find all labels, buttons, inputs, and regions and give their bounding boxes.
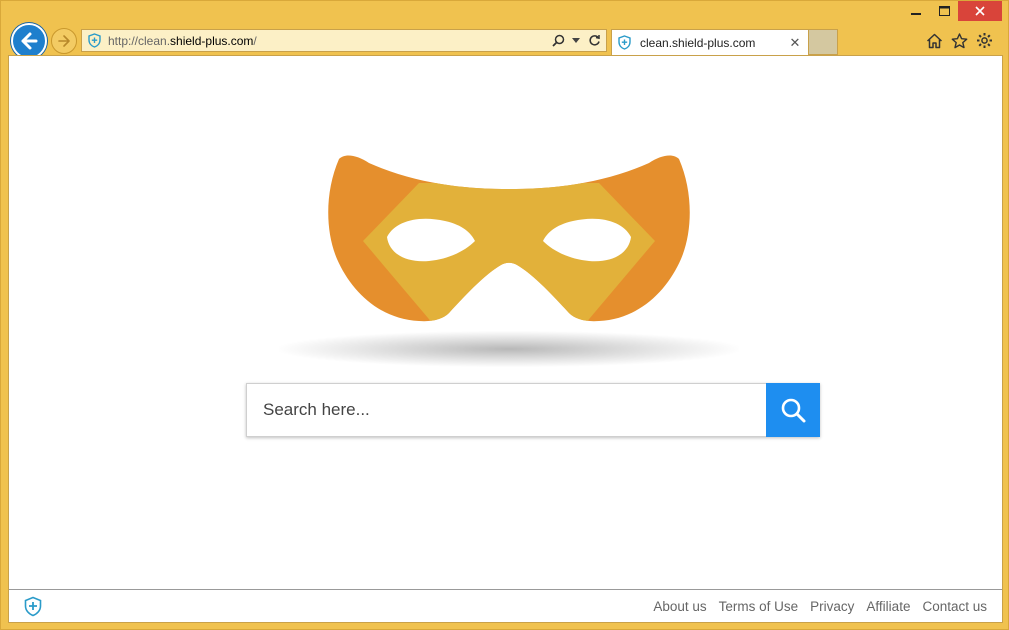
footer-link-terms[interactable]: Terms of Use xyxy=(719,599,799,614)
footer-links: About us Terms of Use Privacy Affiliate … xyxy=(653,599,987,614)
url-text[interactable]: http://clean.shield-plus.com/ xyxy=(108,34,551,48)
url-host: shield-plus.com xyxy=(170,33,254,48)
logo-shadow xyxy=(279,331,739,367)
chevron-down-icon[interactable] xyxy=(569,33,583,49)
mask-logo xyxy=(279,151,739,381)
back-button[interactable] xyxy=(11,23,47,59)
footer-link-contact[interactable]: Contact us xyxy=(922,599,987,614)
shield-icon xyxy=(618,35,634,51)
tab-title: clean.shield-plus.com xyxy=(640,35,756,50)
close-window-button[interactable] xyxy=(958,1,1002,21)
shield-icon xyxy=(86,33,102,49)
refresh-icon[interactable] xyxy=(587,33,601,49)
browser-tab[interactable]: clean.shield-plus.com ✕ xyxy=(611,29,809,55)
browser-window: http://clean.shield-plus.com/ clean.shie… xyxy=(0,0,1009,630)
new-tab-button[interactable] xyxy=(809,29,838,55)
mask-icon xyxy=(328,155,690,322)
address-bar[interactable]: http://clean.shield-plus.com/ xyxy=(81,29,607,52)
home-icon[interactable] xyxy=(925,31,944,50)
minimize-button[interactable] xyxy=(902,1,930,21)
toolbar-icons xyxy=(925,31,994,50)
shield-icon[interactable] xyxy=(24,595,44,617)
window-controls xyxy=(902,1,1002,23)
url-suffix: / xyxy=(253,33,257,48)
gear-icon[interactable] xyxy=(975,31,994,50)
close-tab-button[interactable]: ✕ xyxy=(788,35,802,51)
search-icon xyxy=(781,398,806,423)
back-arrow-icon xyxy=(21,32,38,50)
search-button[interactable] xyxy=(766,383,820,437)
forward-button[interactable] xyxy=(51,28,77,54)
footer: About us Terms of Use Privacy Affiliate … xyxy=(9,589,1002,622)
page-content: About us Terms of Use Privacy Affiliate … xyxy=(8,55,1003,623)
star-icon[interactable] xyxy=(950,31,969,50)
footer-link-privacy[interactable]: Privacy xyxy=(810,599,854,614)
forward-arrow-icon xyxy=(58,35,70,47)
maximize-button[interactable] xyxy=(930,1,958,21)
search-input[interactable] xyxy=(246,383,766,437)
footer-link-affiliate[interactable]: Affiliate xyxy=(866,599,910,614)
search-icon[interactable] xyxy=(551,33,565,49)
url-prefix: http://clean. xyxy=(108,33,171,48)
search-box xyxy=(246,383,820,437)
address-tools xyxy=(551,33,601,49)
footer-link-about[interactable]: About us xyxy=(653,599,706,614)
